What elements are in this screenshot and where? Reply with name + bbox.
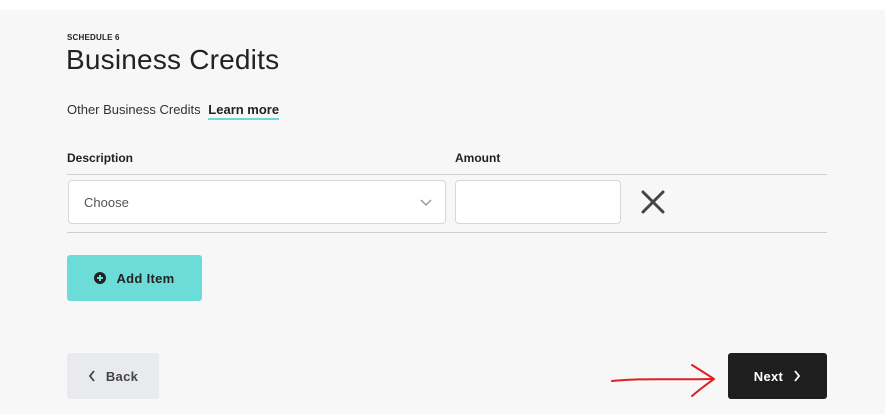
table-top-divider — [67, 174, 827, 175]
page-title: Business Credits — [66, 44, 280, 75]
schedule-label: SCHEDULE 6 — [67, 33, 120, 42]
back-label: Back — [105, 368, 139, 384]
close-icon[interactable] — [641, 190, 665, 214]
next-label: Next — [753, 368, 784, 384]
back-button[interactable]: Back — [67, 353, 159, 399]
description-select-value: Choose — [84, 195, 129, 210]
table-bottom-divider — [67, 232, 827, 233]
learn-more-link[interactable]: Learn more — [208, 102, 280, 120]
amount-input[interactable] — [455, 180, 621, 224]
chevron-right-icon — [794, 370, 801, 382]
chevron-left-icon — [88, 370, 95, 382]
add-item-label: Add Item — [116, 270, 175, 286]
next-button[interactable]: Next — [728, 353, 827, 399]
column-header-amount: Amount — [455, 151, 501, 165]
plus-circle-icon — [94, 272, 107, 284]
column-header-description: Description — [67, 151, 134, 165]
form-panel: SCHEDULE 6 Business Credits Other Busine… — [0, 10, 885, 414]
hand-drawn-arrow-icon — [611, 364, 715, 397]
description-select[interactable]: Choose — [68, 180, 446, 224]
subtitle-text: Other Business Credits — [67, 102, 201, 117]
chevron-down-icon — [420, 199, 432, 207]
subtitle-row: Other Business Credits Learn more — [67, 102, 280, 120]
add-item-button[interactable]: Add Item — [67, 255, 202, 301]
